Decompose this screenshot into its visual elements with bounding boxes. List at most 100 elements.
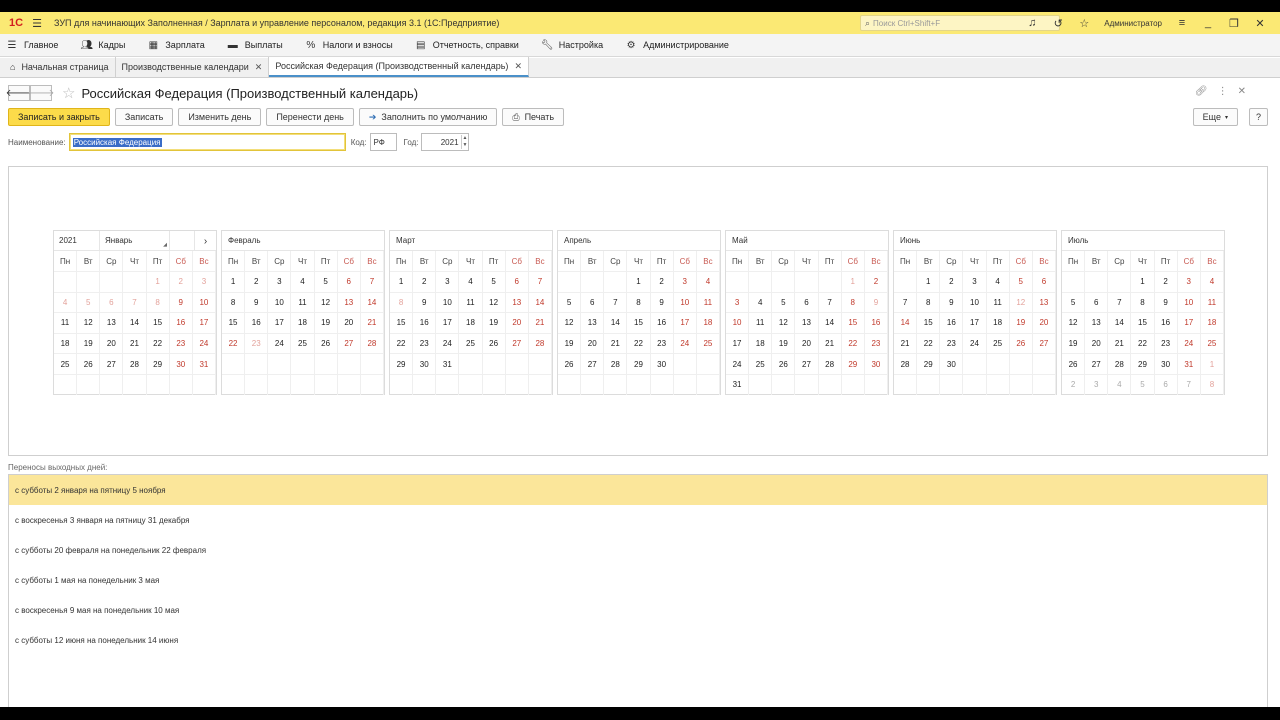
day-cell[interactable]: 3 [1177, 271, 1201, 292]
day-cell[interactable]: 16 [650, 312, 674, 333]
day-cell[interactable]: 16 [864, 312, 888, 333]
day-cell[interactable]: 22 [917, 332, 941, 354]
help-button[interactable]: ? [1248, 108, 1268, 126]
day-cell[interactable]: 26 [1009, 332, 1033, 354]
day-cell[interactable]: 21 [123, 332, 147, 354]
menu-item-personnel[interactable]: 👥︎ Кадры [80, 40, 125, 51]
day-cell[interactable]: 6 [795, 291, 819, 313]
day-cell[interactable]: 15 [627, 312, 651, 333]
day-cell[interactable]: 27 [795, 353, 819, 374]
day-cell[interactable]: 3 [436, 271, 460, 292]
code-input[interactable]: РФ [369, 133, 397, 151]
day-cell[interactable]: 19 [77, 332, 101, 354]
tab-rf-calendar[interactable]: Российская Федерация (Производственный к… [269, 57, 529, 77]
day-cell[interactable]: 30 [413, 353, 437, 374]
day-cell[interactable]: 19 [1062, 332, 1086, 354]
day-cell[interactable]: 24 [268, 332, 292, 354]
minimize-icon[interactable]: _ [1196, 17, 1220, 29]
day-cell[interactable]: 8 [222, 291, 246, 313]
day-cell[interactable]: 2 [864, 271, 888, 292]
day-cell[interactable]: 6 [581, 291, 605, 313]
day-cell[interactable]: 7 [360, 271, 384, 292]
day-cell[interactable]: 14 [360, 291, 384, 313]
day-cell[interactable]: 1 [1200, 353, 1224, 374]
day-cell[interactable]: 7 [1177, 373, 1201, 395]
day-cell[interactable]: 15 [222, 312, 246, 333]
day-cell[interactable]: 19 [314, 312, 338, 333]
history-icon[interactable]: ↺ [1046, 17, 1070, 30]
day-cell[interactable]: 15 [841, 312, 865, 333]
year-input[interactable]: 2021 ▲ ▼ [421, 133, 470, 151]
day-cell[interactable]: 20 [1032, 312, 1056, 333]
menu-item-reports[interactable]: ▤ Отчетность, справки [415, 40, 519, 51]
day-cell[interactable]: 11 [459, 291, 483, 313]
day-cell[interactable]: 28 [360, 332, 384, 354]
menu-item-admin[interactable]: ⚙ Администрирование [625, 40, 729, 51]
day-cell[interactable]: 2 [1154, 271, 1178, 292]
day-cell[interactable]: 23 [245, 332, 269, 354]
fill-default-button[interactable]: ➔ Заполнить по умолчанию [358, 108, 498, 126]
menu-item-salary[interactable]: ▦ Зарплата [147, 40, 205, 51]
day-cell[interactable]: 24 [436, 332, 460, 354]
day-cell[interactable]: 3 [963, 271, 987, 292]
day-cell[interactable]: 17 [436, 312, 460, 333]
day-cell[interactable]: 21 [1108, 332, 1132, 354]
day-cell[interactable]: 2 [169, 271, 193, 292]
print-button[interactable]: ⎙ Печать [502, 108, 565, 126]
day-cell[interactable]: 7 [123, 291, 147, 313]
transfer-row[interactable]: с субботы 20 февраля на понедельник 22 ф… [9, 535, 1267, 565]
day-cell[interactable]: 23 [650, 332, 674, 354]
day-cell[interactable]: 18 [1200, 312, 1224, 333]
day-cell[interactable]: 19 [1009, 312, 1033, 333]
day-cell[interactable]: 4 [986, 271, 1010, 292]
day-cell[interactable]: 20 [337, 312, 361, 333]
day-cell[interactable]: 28 [818, 353, 842, 374]
day-cell[interactable]: 22 [146, 332, 170, 354]
day-cell[interactable]: 21 [604, 332, 628, 354]
day-cell[interactable]: 8 [1200, 373, 1224, 395]
day-cell[interactable]: 2 [650, 271, 674, 292]
day-cell[interactable]: 27 [1032, 332, 1056, 354]
day-cell[interactable]: 13 [1085, 312, 1109, 333]
day-cell[interactable]: 13 [795, 312, 819, 333]
tab-close-icon[interactable]: ✕ [514, 61, 522, 72]
day-cell[interactable]: 29 [917, 353, 941, 374]
day-cell[interactable]: 29 [841, 353, 865, 374]
menu-item-payments[interactable]: ▬ Выплаты [227, 40, 283, 51]
day-cell[interactable]: 30 [1154, 353, 1178, 374]
day-cell[interactable]: 5 [77, 291, 101, 313]
day-cell[interactable]: 14 [123, 312, 147, 333]
day-cell[interactable]: 29 [390, 353, 414, 374]
day-cell[interactable]: 6 [337, 271, 361, 292]
day-cell[interactable]: 9 [413, 291, 437, 313]
day-cell[interactable]: 6 [1032, 271, 1056, 292]
day-cell[interactable]: 26 [772, 353, 796, 374]
day-cell[interactable]: 25 [1200, 332, 1224, 354]
day-cell[interactable]: 24 [1177, 332, 1201, 354]
day-cell[interactable]: 5 [772, 291, 796, 313]
day-cell[interactable]: 3 [726, 291, 750, 313]
day-cell[interactable]: 26 [558, 353, 582, 374]
day-cell[interactable]: 21 [528, 312, 552, 333]
day-cell[interactable]: 25 [696, 332, 720, 354]
forward-button[interactable]: 🡒 [28, 85, 54, 101]
day-cell[interactable]: 23 [413, 332, 437, 354]
day-cell[interactable]: 22 [841, 332, 865, 354]
day-cell[interactable]: 7 [604, 291, 628, 313]
day-cell[interactable]: 25 [986, 332, 1010, 354]
menu-item-settings[interactable]: 🔧︎ Настройка [541, 40, 603, 51]
day-cell[interactable]: 1 [222, 271, 246, 292]
day-cell[interactable]: 27 [337, 332, 361, 354]
tab-home[interactable]: ⌂ Начальная страница [4, 57, 116, 77]
day-cell[interactable]: 17 [1177, 312, 1201, 333]
day-cell[interactable]: 6 [1085, 291, 1109, 313]
save-and-close-button[interactable]: Записать и закрыть [8, 108, 110, 126]
day-cell[interactable]: 3 [268, 271, 292, 292]
day-cell[interactable]: 12 [482, 291, 506, 313]
day-cell[interactable]: 10 [963, 291, 987, 313]
day-cell[interactable]: 11 [696, 291, 720, 313]
day-cell[interactable]: 28 [528, 332, 552, 354]
day-cell[interactable]: 10 [268, 291, 292, 313]
settings-lines-icon[interactable]: ≡ [1170, 17, 1194, 29]
close-icon[interactable]: ✕ [1248, 17, 1272, 30]
